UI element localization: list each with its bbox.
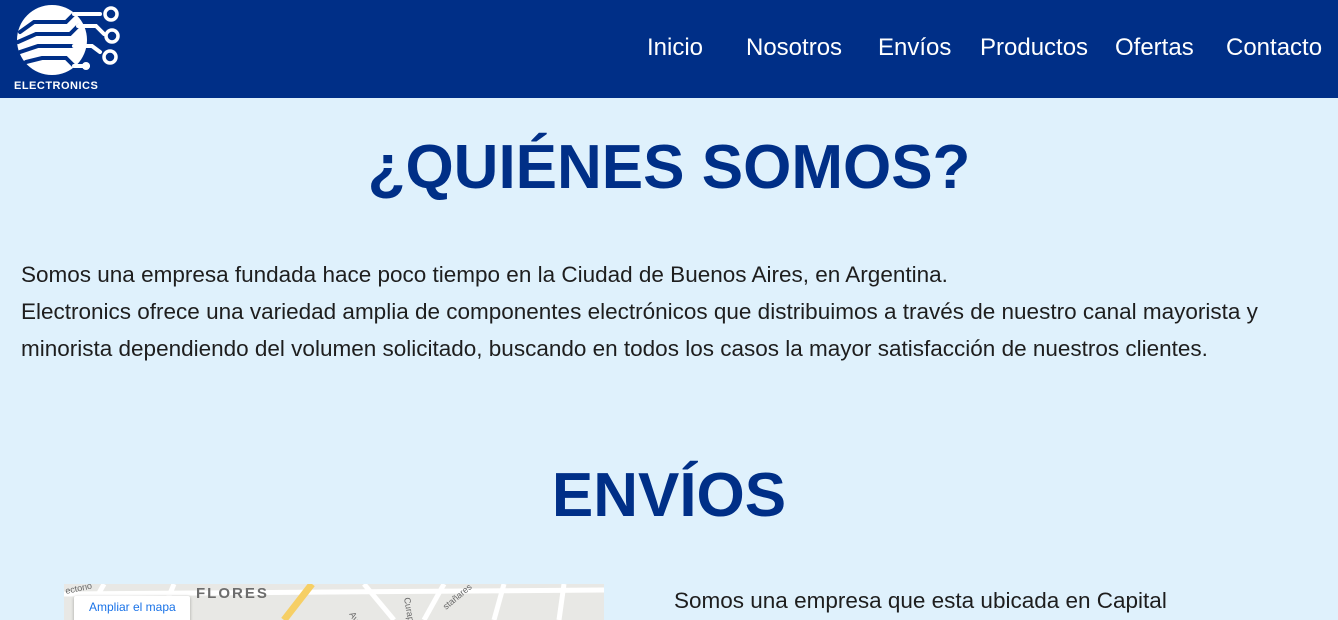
site-header: ELECTRONICS Inicio Nosotros Envíos Produ…: [0, 0, 1338, 98]
about-line-2: Electronics ofrece una variedad amplia d…: [21, 299, 1258, 361]
expand-map-button[interactable]: Ampliar el mapa: [74, 596, 190, 620]
envios-title: ENVÍOS: [551, 461, 787, 530]
about-title: ¿QUIÉNES SOMOS?: [367, 133, 971, 202]
embedded-map[interactable]: ectorio Av Curap stañares FLORES Ampliar…: [64, 584, 604, 620]
nav-item-productos[interactable]: Productos: [980, 34, 1088, 62]
main-nav: Inicio Nosotros Envíos Productos Ofertas…: [0, 0, 1338, 98]
map-area-label: FLORES: [196, 585, 269, 602]
envios-description: Somos una empresa que esta ubicada en Ca…: [674, 588, 1167, 613]
nav-item-inicio[interactable]: Inicio: [647, 34, 703, 62]
about-line-1: Somos una empresa fundada hace poco tiem…: [21, 262, 948, 287]
nav-item-ofertas[interactable]: Ofertas: [1115, 34, 1194, 62]
nav-item-envios[interactable]: Envíos: [878, 34, 951, 62]
nav-item-nosotros[interactable]: Nosotros: [746, 34, 842, 62]
nav-item-contacto[interactable]: Contacto: [1226, 34, 1322, 62]
about-description: Somos una empresa fundada hace poco tiem…: [21, 256, 1321, 367]
